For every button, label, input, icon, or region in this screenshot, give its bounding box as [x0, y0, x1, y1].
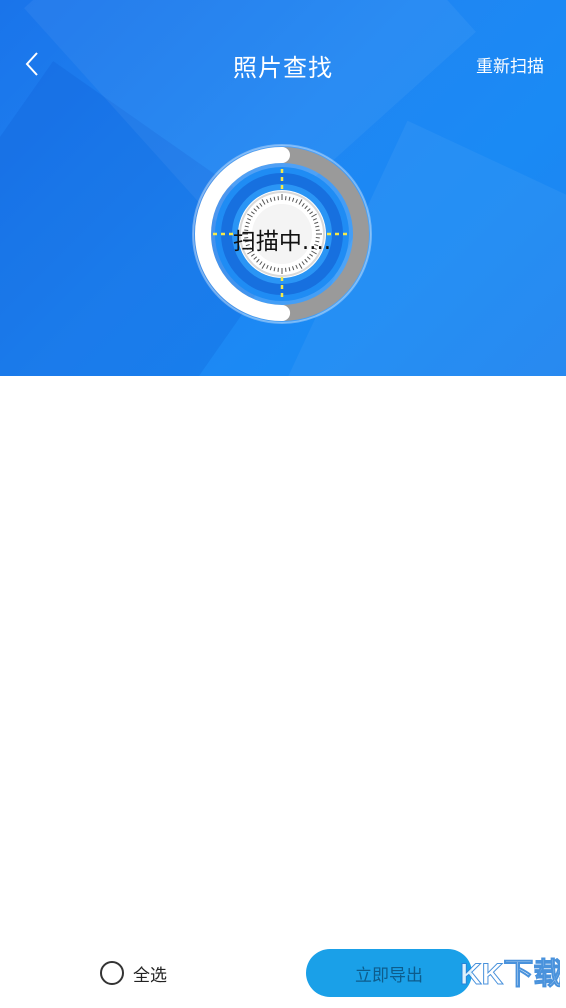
svg-text:www.kkx.net: www.kkx.net [463, 991, 531, 1005]
select-all-label: 全选 [133, 965, 167, 986]
select-all-toggle[interactable]: 全选 [100, 960, 167, 986]
scan-header-panel: 照片查找 重新扫描 扫描中.... [0, 0, 566, 376]
watermark-logo: KK下载 www.kkx.net [456, 948, 564, 1006]
export-now-button[interactable]: 立即导出 [306, 949, 472, 997]
scan-progress-dial: 扫描中.... [191, 143, 373, 325]
radio-unchecked-icon[interactable] [100, 961, 124, 985]
rescan-button[interactable]: 重新扫描 [476, 52, 544, 77]
top-bar: 照片查找 重新扫描 [0, 30, 566, 98]
scan-status-text: 扫描中.... [232, 229, 332, 255]
bottom-action-bar: 全选 立即导出 KK下载 www.kkx.net [0, 940, 566, 1008]
photo-search-screen: 照片查找 重新扫描 扫描中.... 全选 立即导出 KK下载 www.kkx.n… [0, 0, 566, 1008]
kk-logo-icon: KK下载 www.kkx.net [460, 958, 564, 1006]
svg-text:KK下载: KK下载 [460, 958, 560, 991]
